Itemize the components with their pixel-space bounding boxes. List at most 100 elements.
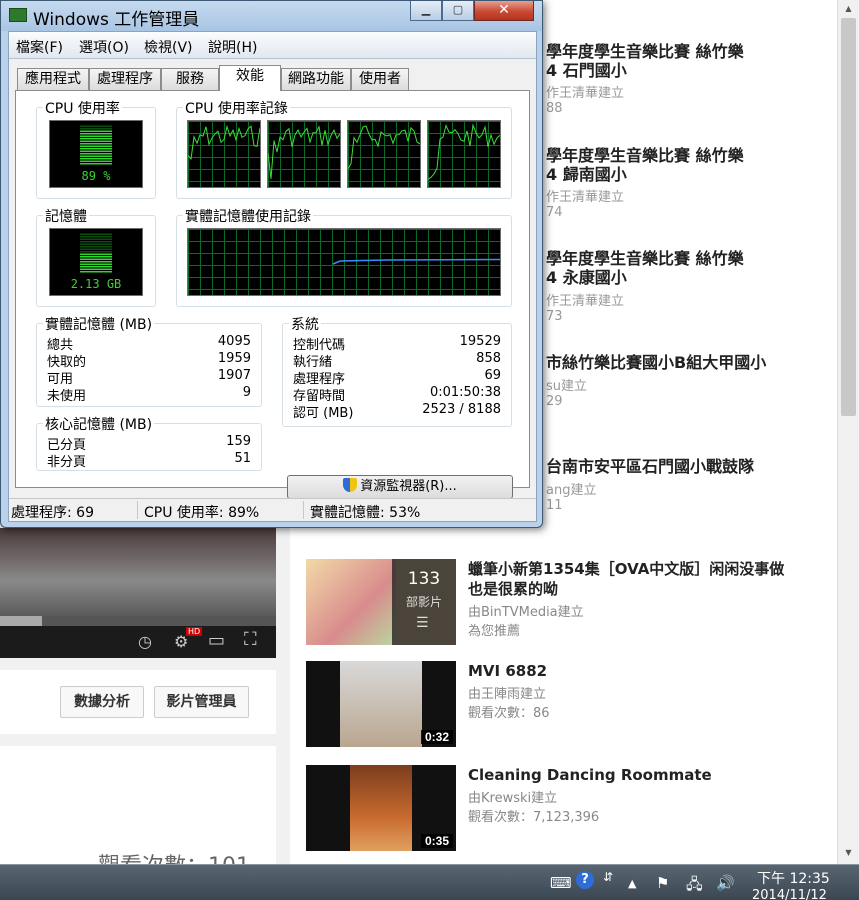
video-thumbnail[interactable]: 133 部影片 ☰ [306, 559, 456, 645]
memory-history-graph [187, 228, 501, 296]
cpu-history-group: CPU 使用率記錄 [176, 98, 512, 199]
menu-bar: 檔案(F) 選項(O) 檢視(V) 說明(H) [9, 32, 536, 59]
system-group: 系統 控制代碼 19529 執行緒 858 處理程序 69 存留時間 0:01:… [282, 314, 512, 427]
status-memory: 實體記憶體: 53% [310, 505, 421, 521]
video-manager-button[interactable]: 影片管理員 [154, 686, 249, 718]
related-channel: 作王清華建立 [546, 86, 625, 101]
help-icon[interactable]: ? [576, 871, 594, 889]
video-channel[interactable]: 由BinTVMedia建立 [468, 601, 584, 620]
scroll-down-arrow-icon[interactable]: ▼ [838, 848, 859, 862]
video-title[interactable]: MVI 6882 [468, 661, 788, 681]
related-channel: ang建立 [546, 483, 597, 498]
cpu-core-graph [347, 120, 421, 188]
volume-icon[interactable]: 🔊 [716, 874, 735, 892]
related-title[interactable]: 學年度學生音樂比賽 絲竹樂 4 永康國小 [546, 249, 836, 287]
related-title[interactable]: 學年度學生音樂比賽 絲竹樂 4 石門國小 [546, 42, 836, 80]
performance-panel: CPU 使用率 89 % CPU 使用率記錄 記憶體 2.13 GB 實體記憶體… [15, 90, 530, 499]
keyboard-icon[interactable]: ⌨ [550, 874, 572, 892]
status-cpu: CPU 使用率: 89% [144, 505, 260, 521]
tray-overflow-icon[interactable]: ⇵ [603, 870, 613, 884]
task-manager-window[interactable]: Windows 工作管理員 ▁ ▢ ✕ 檔案(F) 選項(O) 檢視(V) 說明… [0, 0, 543, 528]
memory-history-group: 實體記憶體使用記錄 [176, 206, 512, 307]
video-meta: 觀看次數：7,123,396 [468, 810, 600, 825]
action-center-flag-icon[interactable]: ⚑ [656, 874, 669, 892]
kernel-nonpaged-value: 51 [234, 451, 251, 466]
window-titlebar[interactable]: Windows 工作管理員 ▁ ▢ ✕ [1, 1, 542, 31]
cpu-usage-label: CPU 使用率 [43, 98, 122, 118]
status-divider [137, 501, 138, 519]
related-title[interactable]: 學年度學生音樂比賽 絲竹樂 4 歸南國小 [546, 146, 836, 184]
video-frame[interactable] [0, 528, 276, 616]
network-icon[interactable]: 🖧 [686, 874, 703, 899]
clock-time[interactable]: 下午 12:35 [757, 868, 830, 888]
scroll-up-arrow-icon[interactable]: ▲ [838, 0, 859, 17]
hd-badge: HD [186, 627, 203, 636]
video-channel[interactable]: 由Krewski建立 [468, 787, 557, 806]
cpu-core-graph [427, 120, 501, 188]
minimize-button[interactable]: ▁ [410, 1, 442, 21]
video-title[interactable]: 蠟筆小新第1354集［OVA中文版］闲闲没事做也是很累的呦 [468, 559, 788, 599]
kernel-paged-value: 159 [226, 434, 251, 449]
analytics-button[interactable]: 數據分析 [60, 686, 144, 718]
menu-view[interactable]: 檢視(V) [144, 37, 193, 57]
tab-applications[interactable]: 應用程式 [17, 68, 89, 90]
physical-memory-group: 實體記憶體 (MB) 總共 4095 快取的 1959 可用 1907 未使用 … [36, 314, 262, 407]
cpu-usage-meter: 89 % [49, 120, 143, 188]
video-progress-bar[interactable] [0, 616, 276, 626]
task-manager-app-icon [9, 8, 27, 22]
uac-shield-icon [343, 478, 358, 492]
related-video-item[interactable]: 0:32 MVI 6882 由王陣雨建立 觀看次數：86 [306, 661, 806, 751]
related-views: 74 [546, 205, 563, 220]
maximize-icon: ▢ [452, 3, 464, 16]
resource-monitor-button[interactable]: 資源監視器(R)... [287, 475, 513, 499]
playlist-icon: ☰ [416, 615, 429, 631]
close-button[interactable]: ✕ [474, 1, 534, 21]
minimize-icon: ▁ [421, 3, 431, 16]
video-title[interactable]: Cleaning Dancing Roommate [468, 765, 788, 785]
related-title[interactable]: 台南市安平區石門國小戰鼓隊 [546, 457, 836, 476]
video-action-bar: 數據分析 影片管理員 [0, 670, 276, 734]
video-duration: 0:32 [420, 730, 453, 744]
page-scrollbar[interactable]: ▲ ▼ [837, 0, 859, 864]
video-thumbnail[interactable]: 0:35 [306, 765, 456, 851]
tab-users[interactable]: 使用者 [351, 68, 409, 90]
related-video-item[interactable]: 0:35 Cleaning Dancing Roommate 由Krewski建… [306, 765, 806, 855]
status-processes: 處理程序: 69 [11, 505, 94, 521]
tab-networking[interactable]: 網路功能 [281, 68, 351, 90]
clock-date[interactable]: 2014/11/12 [752, 888, 827, 900]
physical-free-value: 9 [242, 385, 251, 400]
video-thumbnail[interactable]: 0:32 [306, 661, 456, 747]
theater-mode-icon[interactable]: ▭ [208, 630, 225, 651]
tab-performance[interactable]: 效能 [219, 65, 281, 91]
menu-file[interactable]: 檔案(F) [16, 37, 63, 57]
maximize-button[interactable]: ▢ [442, 1, 474, 21]
related-video-item[interactable]: 133 部影片 ☰ 蠟筆小新第1354集［OVA中文版］闲闲没事做也是很累的呦 … [306, 559, 806, 649]
tab-processes[interactable]: 處理程序 [89, 68, 161, 90]
fullscreen-icon[interactable]: ⛶ [244, 629, 257, 650]
physical-memory-title: 實體記憶體 (MB) [43, 314, 155, 334]
related-title[interactable]: 市絲竹樂比賽國小B組大甲國小 [546, 353, 836, 372]
window-title: Windows 工作管理員 [33, 10, 200, 30]
video-description [0, 746, 276, 864]
status-bar: 處理程序: 69 CPU 使用率: 89% 實體記憶體: 53% [9, 498, 536, 521]
cpu-history-line [428, 123, 500, 180]
menu-options[interactable]: 選項(O) [79, 37, 129, 57]
menu-help[interactable]: 說明(H) [208, 37, 257, 57]
physical-free-label: 未使用 [47, 389, 87, 404]
show-hidden-icons-chevron-icon[interactable]: ▲ [628, 877, 636, 890]
related-views: 73 [546, 309, 563, 324]
cpu-history-line [348, 125, 420, 170]
related-channel: 作王清華建立 [546, 294, 625, 309]
related-views: 29 [546, 394, 563, 409]
system-handles-value: 19529 [459, 334, 501, 349]
video-channel[interactable]: 由王陣雨建立 [468, 683, 546, 702]
video-player[interactable]: ◷ ⚙ HD ▭ ⛶ [0, 528, 276, 658]
watch-later-icon[interactable]: ◷ [138, 632, 152, 651]
cpu-usage-group: CPU 使用率 89 % [36, 98, 156, 199]
scroll-thumb[interactable] [841, 18, 856, 416]
system-threads-value: 858 [476, 351, 501, 366]
playlist-count: 133 [407, 569, 441, 589]
video-meta: 觀看次數：86 [468, 706, 550, 721]
cpu-core-graph [267, 120, 341, 188]
tab-services[interactable]: 服務 [161, 68, 219, 90]
